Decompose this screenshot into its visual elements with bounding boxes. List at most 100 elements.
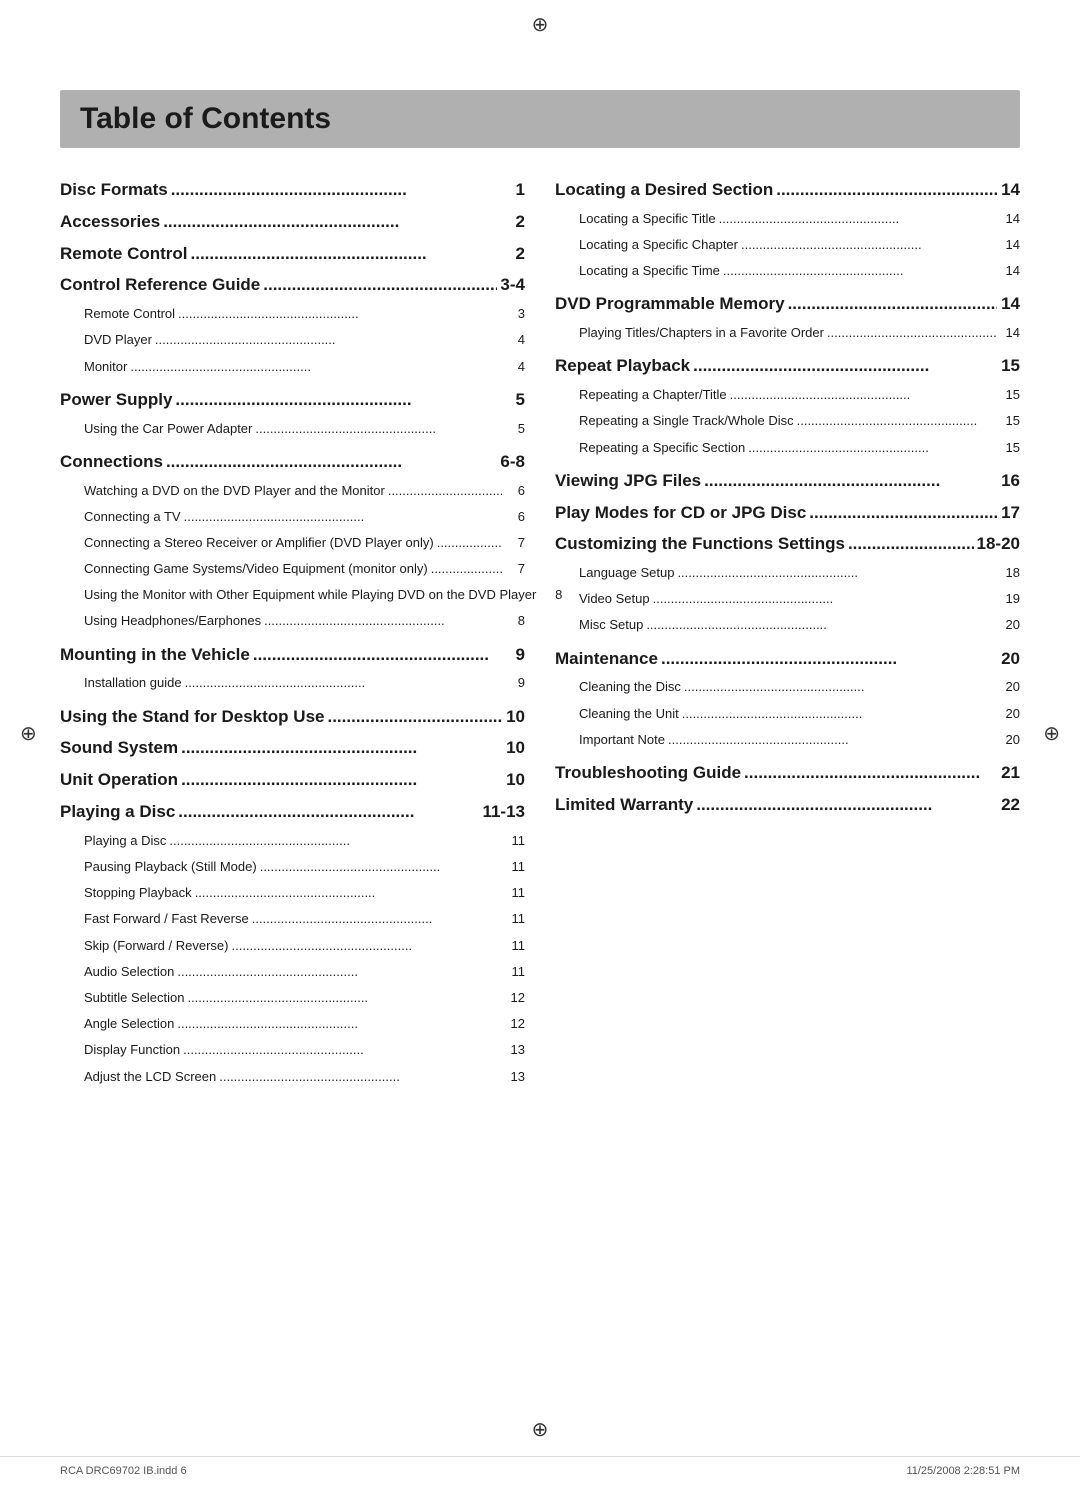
toc-dots: ........................................… (191, 242, 503, 266)
toc-label: Skip (Forward / Reverse) (84, 937, 228, 955)
toc-dots: ........................................… (183, 1041, 502, 1059)
toc-label: Installation guide (84, 674, 182, 692)
toc-dots: ........................................… (668, 731, 997, 749)
toc-page: 4 (505, 331, 525, 349)
toc-entry: Repeating a Single Track/Whole Disc.....… (555, 412, 1020, 430)
toc-entry: Installation guide......................… (60, 674, 525, 692)
toc-dots: ........................................… (166, 450, 497, 474)
toc-label: Using Headphones/Earphones (84, 612, 261, 630)
toc-label: DVD Player (84, 331, 152, 349)
toc-page: 11 (505, 832, 525, 850)
toc-entry: Repeating a Specific Section............… (555, 439, 1020, 457)
toc-page: 20 (1000, 647, 1020, 671)
toc-entry: Playing a Disc..........................… (60, 832, 525, 850)
toc-label: Connecting a TV (84, 508, 181, 526)
toc-entry: Subtitle Selection......................… (60, 989, 525, 1007)
toc-entry: Accessories.............................… (60, 210, 525, 234)
toc-dots: ........................................… (177, 1015, 502, 1033)
toc-label: Connecting a Stereo Receiver or Amplifie… (84, 534, 434, 552)
toc-entry: Locating a Specific Title...............… (555, 210, 1020, 228)
toc-label: Connecting Game Systems/Video Equipment … (84, 560, 428, 578)
toc-entry: Important Note..........................… (555, 731, 1020, 749)
title-bar: Table of Contents (60, 90, 1020, 148)
toc-entry: Locating a Specific Time................… (555, 262, 1020, 280)
toc-label: Playing a Disc (60, 800, 175, 824)
toc-dots: ........................................… (130, 358, 502, 376)
toc-label: Play Modes for CD or JPG Disc (555, 501, 806, 525)
toc-dots: ........................................… (231, 937, 502, 955)
toc-page: 18 (1000, 564, 1020, 582)
toc-page: 5 (505, 388, 525, 412)
toc-dots: ........................................… (437, 534, 502, 552)
toc-label: Using the Stand for Desktop Use (60, 705, 324, 729)
toc-label: Misc Setup (579, 616, 643, 634)
toc-dots: ........................................… (255, 420, 502, 438)
toc-dots: ........................................… (184, 508, 502, 526)
toc-page: 4 (505, 358, 525, 376)
toc-dots: ........................................… (252, 910, 502, 928)
toc-entry: Adjust the LCD Screen...................… (60, 1068, 525, 1086)
toc-entry: Audio Selection.........................… (60, 963, 525, 981)
toc-page: 2 (505, 210, 525, 234)
toc-page: 11-13 (482, 800, 525, 824)
toc-dots: ........................................… (653, 590, 997, 608)
toc-label: Angle Selection (84, 1015, 174, 1033)
page-container: ⊕ ⊕ ⊕ ⊕ Table of Contents Disc Formats..… (0, 0, 1080, 1502)
toc-entry: Skip (Forward / Reverse)................… (60, 937, 525, 955)
toc-page: 10 (505, 736, 525, 760)
toc-label: Customizing the Functions Settings (555, 532, 845, 556)
toc-label: Remote Control (60, 242, 188, 266)
toc-label: Display Function (84, 1041, 180, 1059)
toc-label: Locating a Specific Title (579, 210, 716, 228)
toc-entry: Control Reference Guide.................… (60, 273, 525, 297)
toc-label: Repeat Playback (555, 354, 690, 378)
page-title: Table of Contents (80, 102, 1000, 136)
toc-page: 11 (505, 937, 525, 955)
toc-page: 14 (1000, 324, 1020, 342)
toc-label: Language Setup (579, 564, 674, 582)
toc-label: Connections (60, 450, 163, 474)
toc-entry: Pausing Playback (Still Mode)...........… (60, 858, 525, 876)
toc-page: 12 (505, 1015, 525, 1033)
toc-entry: Connecting Game Systems/Video Equipment … (60, 560, 525, 578)
toc-dots: ........................................… (661, 647, 997, 671)
toc-entry: DVD Player..............................… (60, 331, 525, 349)
toc-page: 13 (505, 1068, 525, 1086)
toc-page: 9 (505, 643, 525, 667)
toc-dots: ........................................… (748, 439, 997, 457)
toc-page: 17 (1000, 501, 1020, 525)
toc-label: Control Reference Guide (60, 273, 260, 297)
footer-left: RCA DRC69702 IB.indd 6 (60, 1465, 187, 1477)
toc-page: 3-4 (500, 273, 525, 297)
toc-dots: ........................................… (776, 178, 997, 202)
toc-page: 21 (1000, 761, 1020, 785)
toc-label: Accessories (60, 210, 160, 234)
toc-page: 12 (505, 989, 525, 1007)
toc-entry: Play Modes for CD or JPG Disc...........… (555, 501, 1020, 525)
toc-dots: ........................................… (260, 858, 502, 876)
toc-entry: Language Setup..........................… (555, 564, 1020, 582)
toc-dots: ........................................… (178, 305, 502, 323)
page-footer: RCA DRC69702 IB.indd 6 11/25/2008 2:28:5… (0, 1456, 1080, 1477)
toc-label: Stopping Playback (84, 884, 192, 902)
toc-page: 9 (505, 674, 525, 692)
toc-label: Video Setup (579, 590, 650, 608)
toc-entry: DVD Programmable Memory.................… (555, 292, 1020, 316)
toc-entry: Playing a Disc..........................… (60, 800, 525, 824)
toc-entry: Fast Forward / Fast Reverse.............… (60, 910, 525, 928)
toc-dots: ........................................… (788, 292, 997, 316)
toc-entry: Cleaning the Unit.......................… (555, 705, 1020, 723)
toc-entry: Video Setup.............................… (555, 590, 1020, 608)
toc-entry: Monitor.................................… (60, 358, 525, 376)
toc-dots: ........................................… (827, 324, 997, 342)
toc-dots: ........................................… (431, 560, 502, 578)
toc-dots: ........................................… (253, 643, 502, 667)
footer-right: 11/25/2008 2:28:51 PM (906, 1465, 1020, 1477)
toc-entry: Using the Stand for Desktop Use.........… (60, 705, 525, 729)
toc-label: Cleaning the Unit (579, 705, 679, 723)
toc-dots: ........................................… (693, 354, 997, 378)
toc-entry: Disc Formats............................… (60, 178, 525, 202)
toc-label: Locating a Desired Section (555, 178, 773, 202)
right-column: Locating a Desired Section..............… (555, 178, 1020, 1094)
toc-label: Subtitle Selection (84, 989, 184, 1007)
